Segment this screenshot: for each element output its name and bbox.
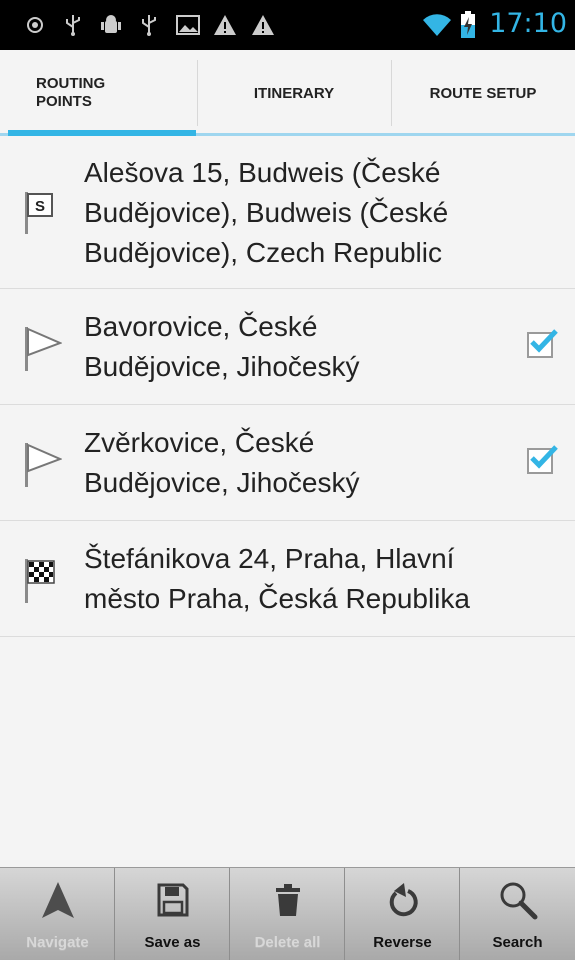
navigate-arrow-icon bbox=[0, 878, 115, 922]
usb-icon bbox=[60, 12, 86, 38]
start-flag-icon: S bbox=[22, 188, 54, 241]
tab-bar: ROUTING POINTS ITINERARY ROUTE SETUP bbox=[0, 50, 575, 136]
android-debug-icon bbox=[98, 12, 124, 38]
address-line: Zvěrkovice, České bbox=[84, 427, 315, 458]
tab-label-line1: ROUTING bbox=[36, 75, 106, 92]
save-icon bbox=[115, 878, 230, 922]
waypoint-checkbox[interactable] bbox=[527, 445, 558, 474]
tab-routing-points[interactable]: ROUTING POINTS bbox=[0, 50, 197, 136]
tab-label-line2: POINTS bbox=[36, 93, 92, 110]
address-line: Budějovice), Czech Republic bbox=[84, 237, 442, 268]
address-line: Alešova 15, Budweis (České bbox=[84, 157, 441, 188]
search-label: Search bbox=[492, 934, 543, 951]
trash-icon bbox=[230, 878, 345, 922]
finish-flag-icon bbox=[22, 555, 58, 610]
reverse-button[interactable]: Reverse bbox=[345, 868, 460, 960]
search-button[interactable]: Search bbox=[460, 868, 575, 960]
address-line: Bavorovice, České bbox=[84, 311, 318, 342]
clock: 17:10 bbox=[489, 8, 567, 39]
warning-icon bbox=[250, 12, 276, 38]
address-line: Budějovice), Budweis (České bbox=[84, 197, 449, 228]
save-as-button[interactable]: Save as bbox=[115, 868, 230, 960]
navigate-label: Navigate bbox=[26, 934, 89, 951]
image-icon bbox=[175, 12, 201, 38]
waypoint-flag-icon bbox=[22, 323, 63, 378]
routing-points-list: S Alešova 15, Budweis (České Budějovice)… bbox=[0, 136, 575, 637]
tab-itinerary[interactable]: ITINERARY bbox=[197, 50, 391, 136]
status-bar: 17:10 bbox=[0, 0, 575, 50]
delete-all-label: Delete all bbox=[254, 934, 321, 951]
save-as-label: Save as bbox=[144, 934, 201, 951]
tab-route-setup[interactable]: ROUTE SETUP bbox=[391, 50, 575, 136]
svg-text:S: S bbox=[35, 198, 45, 215]
address-line: město Praha, Česká Republika bbox=[84, 583, 470, 614]
address-line: Budějovice, Jihočeský bbox=[84, 467, 360, 498]
gps-icon bbox=[22, 12, 48, 38]
navigate-button[interactable]: Navigate bbox=[0, 868, 115, 960]
wifi-icon bbox=[422, 12, 452, 38]
list-item[interactable]: Zvěrkovice, České Budějovice, Jihočeský bbox=[0, 405, 575, 521]
reverse-label: Reverse bbox=[373, 934, 432, 951]
search-icon bbox=[460, 878, 575, 922]
address-line: Štefánikova 24, Praha, Hlavní bbox=[84, 543, 455, 574]
warning-icon bbox=[212, 12, 238, 38]
usb-icon bbox=[136, 12, 162, 38]
list-item[interactable]: S Alešova 15, Budweis (České Budějovice)… bbox=[0, 136, 575, 289]
battery-charging-icon bbox=[458, 11, 478, 38]
waypoint-checkbox[interactable] bbox=[527, 329, 558, 358]
reverse-icon bbox=[345, 878, 460, 922]
tab-label: ITINERARY bbox=[253, 84, 335, 102]
address-line: Budějovice, Jihočeský bbox=[84, 351, 360, 382]
tab-label: ROUTE SETUP bbox=[429, 84, 537, 102]
bottom-action-bar: Navigate Save as Delete all Reverse Sear… bbox=[0, 867, 575, 960]
list-item[interactable]: Štefánikova 24, Praha, Hlavní město Prah… bbox=[0, 521, 575, 637]
delete-all-button[interactable]: Delete all bbox=[230, 868, 345, 960]
waypoint-flag-icon bbox=[22, 439, 63, 494]
list-item[interactable]: Bavorovice, České Budějovice, Jihočeský bbox=[0, 289, 575, 405]
